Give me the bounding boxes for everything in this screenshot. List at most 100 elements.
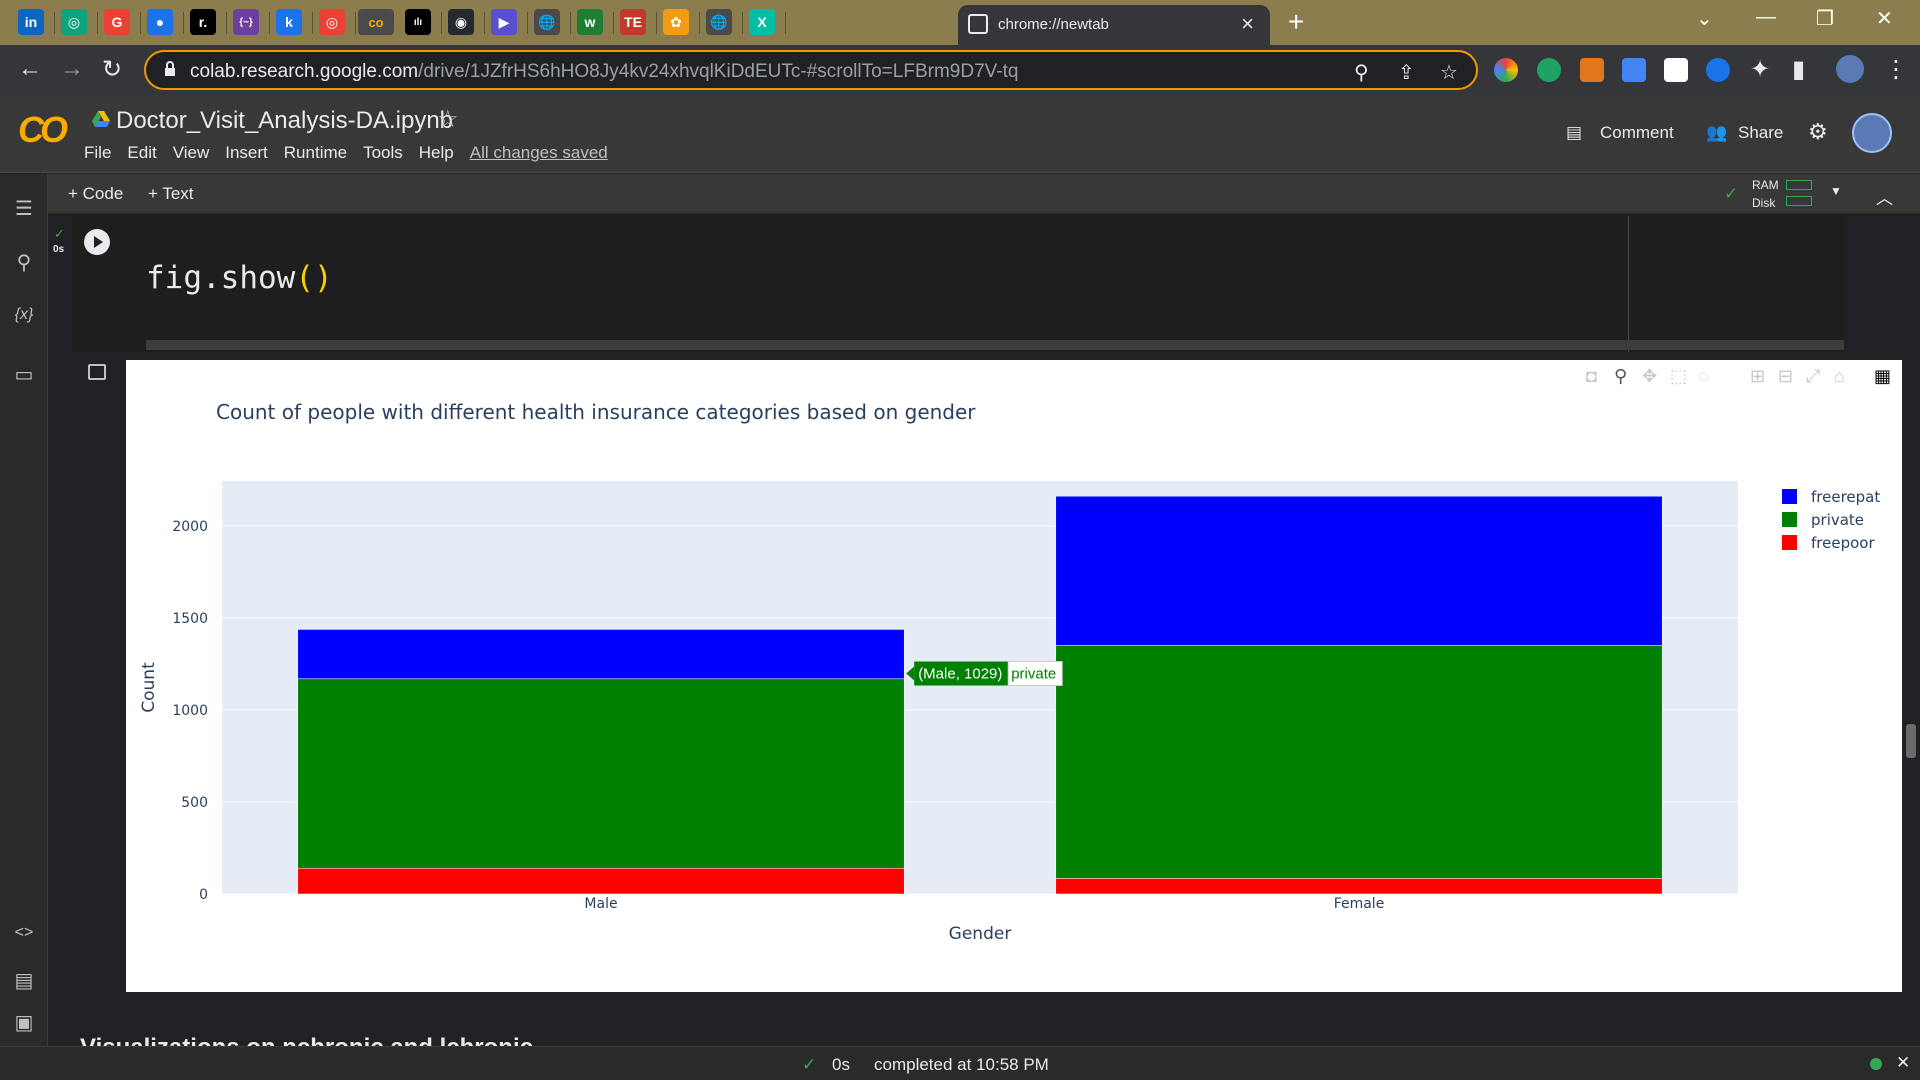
legend-item-private[interactable]: private: [1782, 511, 1864, 529]
bookmark-star-icon[interactable]: ☆: [1440, 60, 1458, 85]
table-of-contents-icon[interactable]: ☰: [12, 196, 36, 221]
tab-favicon-3[interactable]: ●: [147, 9, 173, 35]
reset-axes-icon[interactable]: ⌂: [1834, 366, 1845, 387]
command-palette-icon[interactable]: ▤: [12, 968, 36, 993]
menu-bar: File Edit View Insert Runtime Tools Help…: [84, 143, 624, 163]
metamask-icon[interactable]: [1580, 58, 1604, 82]
zoom-icon[interactable]: ⚲: [1614, 366, 1627, 387]
extension-icon[interactable]: [1494, 58, 1518, 82]
legend-item-freerepat[interactable]: freerepat: [1782, 488, 1880, 506]
tab-favicon-12[interactable]: 🌐: [534, 9, 560, 35]
files-folder-icon[interactable]: ▭: [12, 362, 36, 387]
search-icon[interactable]: ⚲: [12, 250, 36, 275]
zoom-out-icon[interactable]: ⊟: [1778, 366, 1793, 387]
zoom-in-icon[interactable]: ⊞: [1750, 366, 1765, 387]
tab-favicon-4[interactable]: r.: [190, 9, 216, 35]
tab-favicon-1[interactable]: ◎: [61, 9, 87, 35]
tab-favicon-13[interactable]: w: [577, 9, 603, 35]
disk-meter[interactable]: [1786, 196, 1812, 206]
tab-favicon-6[interactable]: k: [276, 9, 302, 35]
menu-view[interactable]: View: [173, 143, 210, 163]
colab-logo[interactable]: CO: [18, 109, 68, 151]
legend-item-freepoor[interactable]: freepoor: [1782, 534, 1875, 552]
close-tab-icon[interactable]: ×: [1241, 11, 1254, 37]
code-editor[interactable]: fig.show(): [146, 260, 333, 296]
tab-favicon-14[interactable]: TE: [620, 9, 646, 35]
bar-freepoor-male: [297, 867, 905, 895]
menu-insert[interactable]: Insert: [225, 143, 268, 163]
code-snippets-icon[interactable]: <>: [12, 924, 36, 942]
status-completed[interactable]: completed at 10:58 PM: [874, 1055, 1049, 1075]
reload-button[interactable]: ↻: [102, 55, 122, 84]
page-scrollbar-thumb[interactable]: [1906, 724, 1916, 758]
save-status[interactable]: All changes saved: [470, 143, 608, 163]
hover-label-box: [914, 661, 1009, 686]
section-heading[interactable]: Visualizations on nchronic and lchronic: [80, 1034, 533, 1046]
tab-separator: [355, 12, 356, 34]
address-bar[interactable]: colab.research.google.com/drive/1JZfrHS6…: [144, 50, 1478, 90]
hover-series-box: [1007, 661, 1063, 687]
menu-runtime[interactable]: Runtime: [284, 143, 347, 163]
tab-favicon-colab[interactable]: co: [358, 9, 394, 35]
profile-avatar[interactable]: [1836, 55, 1864, 83]
close-status-icon[interactable]: ✕: [1896, 1053, 1910, 1073]
menu-edit[interactable]: Edit: [127, 143, 156, 163]
notion-icon[interactable]: [1664, 58, 1688, 82]
tab-search-icon[interactable]: ⌄: [1696, 6, 1713, 31]
tab-favicon-15[interactable]: ✿: [663, 9, 689, 35]
plotly-logo-icon[interactable]: ▦: [1874, 366, 1891, 387]
code-cell[interactable]: [72, 216, 1844, 352]
tab-favicon-16[interactable]: 🌐: [706, 9, 732, 35]
settings-gear-icon[interactable]: ⚙: [1808, 119, 1828, 145]
restore-button[interactable]: ❐: [1816, 6, 1834, 31]
add-code-button[interactable]: + Code: [68, 184, 123, 204]
share-people-icon[interactable]: 👥: [1706, 123, 1727, 143]
output-actions-icon[interactable]: [88, 364, 106, 380]
forward-button[interactable]: →: [60, 55, 84, 83]
box-select-icon[interactable]: ⬚: [1670, 366, 1687, 387]
share-icon[interactable]: ⇪: [1398, 60, 1415, 85]
notebook-title[interactable]: Doctor_Visit_Analysis-DA.ipynb: [116, 107, 453, 135]
tab-favicon-11[interactable]: ▶: [491, 9, 517, 35]
tab-favicon-10[interactable]: ◉: [448, 9, 474, 35]
ram-meter[interactable]: [1786, 180, 1812, 190]
active-tab-title: chrome://newtab: [998, 16, 1109, 33]
tab-favicon-5[interactable]: {~}: [233, 9, 259, 35]
share-button[interactable]: Share: [1738, 123, 1783, 143]
close-window-button[interactable]: ✕: [1876, 6, 1893, 31]
extensions-puzzle-icon[interactable]: ✦: [1750, 55, 1770, 84]
autoscale-icon[interactable]: ⤢: [1806, 366, 1820, 387]
runtime-dropdown-icon[interactable]: ▼: [1830, 184, 1842, 198]
extension-check-icon[interactable]: [1537, 58, 1561, 82]
pan-icon[interactable]: ✥: [1642, 366, 1657, 387]
tab-favicon-2[interactable]: G: [104, 9, 130, 35]
comment-icon[interactable]: ▤: [1566, 123, 1582, 143]
menu-file[interactable]: File: [84, 143, 111, 163]
star-icon[interactable]: ☆: [437, 105, 459, 134]
collapse-icon[interactable]: ︿: [1876, 184, 1893, 209]
browser-menu-icon[interactable]: ⋮: [1884, 55, 1908, 84]
active-tab[interactable]: chrome://newtab ×: [958, 5, 1270, 45]
tab-favicon-9[interactable]: ılı: [405, 9, 431, 35]
tab-favicon-0[interactable]: in: [18, 9, 44, 35]
side-panel-icon[interactable]: ▮: [1792, 55, 1805, 84]
edge-icon[interactable]: [1706, 58, 1730, 82]
lasso-select-icon[interactable]: ◌: [1698, 366, 1709, 387]
new-tab-button[interactable]: +: [1288, 6, 1304, 38]
run-cell-button[interactable]: [84, 229, 110, 255]
terminal-icon[interactable]: ▣: [12, 1010, 36, 1035]
menu-tools[interactable]: Tools: [363, 143, 403, 163]
user-avatar[interactable]: [1852, 113, 1892, 153]
translate-icon[interactable]: [1622, 58, 1646, 82]
minimize-button[interactable]: —: [1756, 6, 1776, 29]
code-horizontal-scrollbar[interactable]: [146, 340, 1844, 350]
variables-icon[interactable]: {x}: [12, 306, 36, 324]
comment-button[interactable]: Comment: [1600, 123, 1674, 143]
camera-icon[interactable]: ◘: [1586, 366, 1597, 387]
tab-favicon-7[interactable]: ◎: [319, 9, 345, 35]
menu-help[interactable]: Help: [419, 143, 454, 163]
back-button[interactable]: ←: [18, 55, 42, 83]
tab-favicon-17[interactable]: X: [749, 9, 775, 35]
zoom-icon[interactable]: ⚲: [1354, 60, 1369, 85]
add-text-button[interactable]: + Text: [148, 184, 194, 204]
